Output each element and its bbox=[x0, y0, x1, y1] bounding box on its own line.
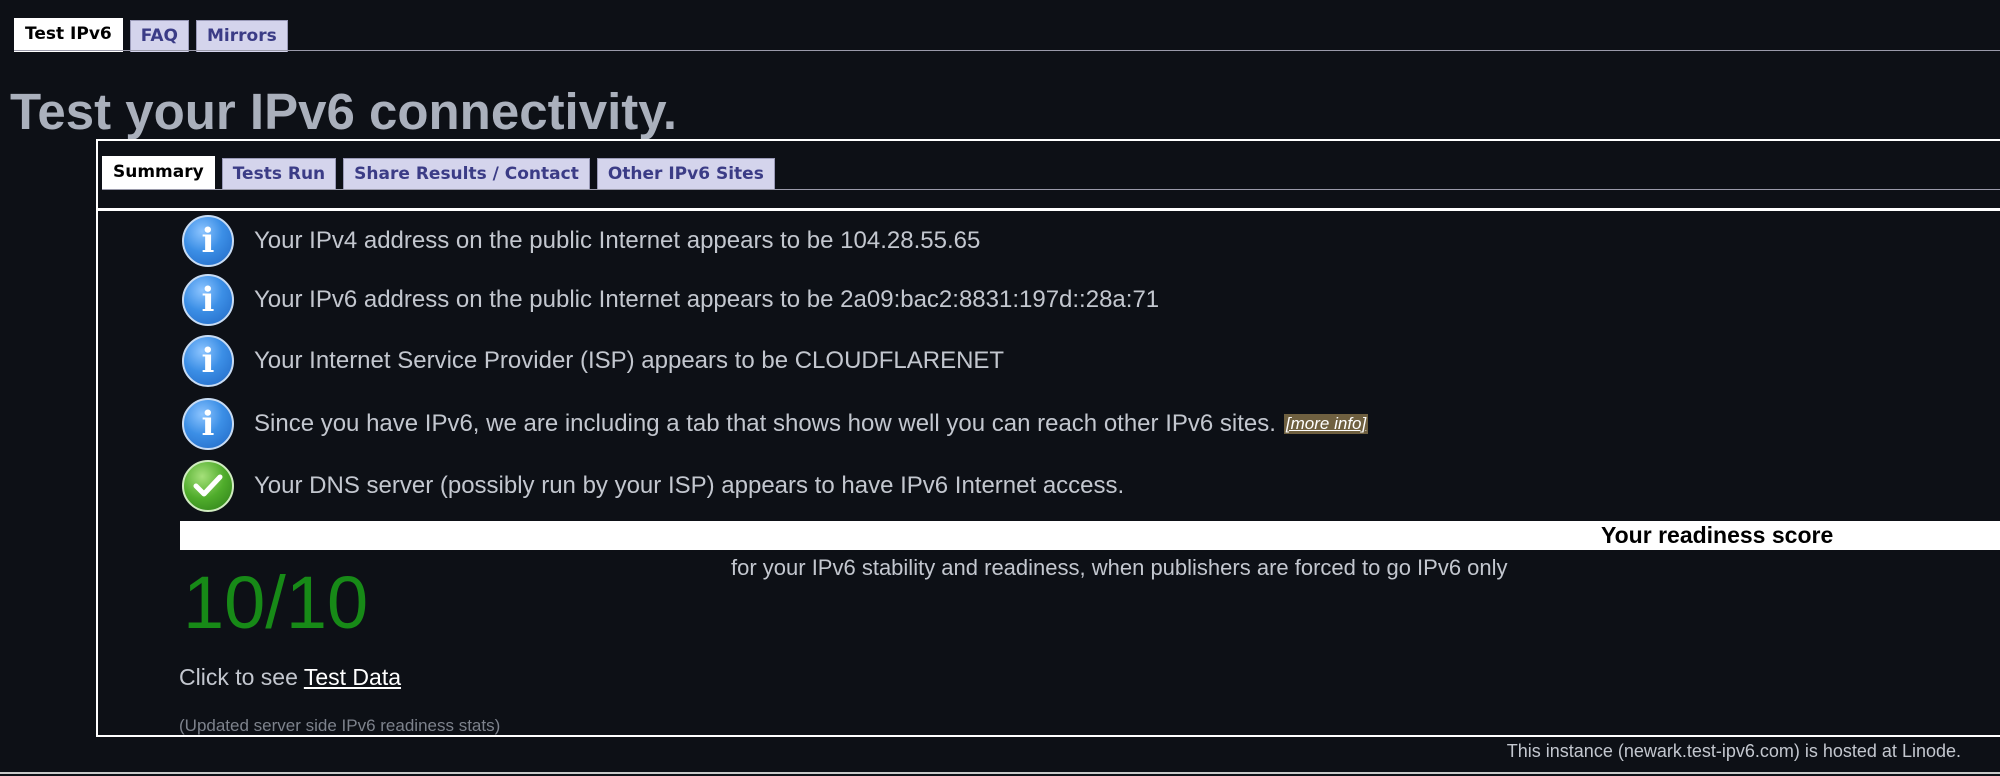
tab-tests-run[interactable]: Tests Run bbox=[221, 158, 337, 190]
message-text: Your IPv6 address on the public Internet… bbox=[254, 286, 1160, 313]
tab-share-results-contact[interactable]: Share Results / Contact bbox=[343, 158, 590, 190]
readiness-title: Your readiness score bbox=[1601, 522, 1834, 548]
bottom-divider bbox=[0, 772, 2000, 774]
info-icon: i bbox=[182, 215, 234, 267]
updated-stats-note: (Updated server side IPv6 readiness stat… bbox=[179, 716, 501, 735]
message-isp: i Your Internet Service Provider (ISP) a… bbox=[182, 335, 1004, 387]
tab-summary[interactable]: Summary bbox=[102, 156, 215, 190]
results-tab-bar: Summary Tests Run Share Results / Contac… bbox=[102, 156, 782, 190]
footer-hosting-note: This instance (newark.test-ipv6.com) is … bbox=[1506, 741, 1961, 761]
message-text: Since you have IPv6, we are including a … bbox=[254, 410, 1276, 437]
message-ipv4-address: i Your IPv4 address on the public Intern… bbox=[182, 215, 980, 267]
more-info-link[interactable]: [more info] bbox=[1283, 414, 1369, 434]
message-text: Your IPv4 address on the public Internet… bbox=[254, 227, 981, 254]
results-header-divider bbox=[96, 208, 2000, 211]
test-data-link[interactable]: Test Data bbox=[304, 664, 401, 690]
test-data-prefix: Click to see bbox=[179, 664, 304, 690]
top-tab-divider bbox=[14, 50, 2000, 51]
tab-mirrors[interactable]: Mirrors bbox=[196, 20, 288, 52]
tab-faq[interactable]: FAQ bbox=[129, 20, 190, 52]
info-icon: i bbox=[182, 274, 234, 326]
tab-other-ipv6-sites[interactable]: Other IPv6 Sites bbox=[596, 158, 775, 190]
message-ipv6-sites-tab: i Since you have IPv6, we are including … bbox=[182, 398, 1369, 450]
message-dns-server: Your DNS server (possibly run by your IS… bbox=[182, 460, 1124, 512]
info-icon: i bbox=[182, 335, 234, 387]
readiness-score: 10/10 bbox=[183, 561, 369, 644]
message-text: Your DNS server (possibly run by your IS… bbox=[254, 472, 1125, 499]
info-icon: i bbox=[182, 398, 234, 450]
checkmark-icon bbox=[182, 460, 234, 512]
readiness-subtitle: for your IPv6 stability and readiness, w… bbox=[731, 555, 1508, 580]
test-data-line: Click to see Test Data bbox=[179, 662, 401, 692]
page-title: Test your IPv6 connectivity. bbox=[10, 83, 677, 140]
message-text: Your Internet Service Provider (ISP) app… bbox=[254, 347, 1005, 374]
results-tab-divider bbox=[102, 189, 2000, 190]
tab-test-ipv6[interactable]: Test IPv6 bbox=[14, 18, 123, 52]
top-tab-bar: Test IPv6 FAQ Mirrors bbox=[14, 18, 295, 52]
message-ipv6-address: i Your IPv6 address on the public Intern… bbox=[182, 274, 1159, 326]
